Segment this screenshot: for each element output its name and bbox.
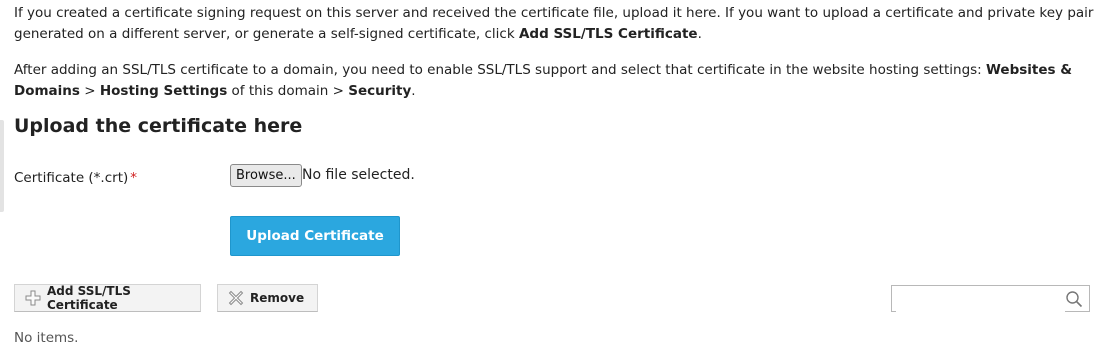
intro-end-1: . — [697, 26, 702, 42]
certificate-field-label: Certificate (*.crt) * — [14, 170, 137, 186]
upload-heading: Upload the certificate here — [14, 115, 303, 137]
intro-paragraph-1: If you created a certificate signing req… — [14, 3, 1098, 45]
file-status-text: No file selected. — [302, 167, 415, 183]
intro-text-2b: of this domain > — [227, 83, 349, 99]
empty-list-text: No items. — [14, 330, 79, 346]
plus-icon — [25, 290, 41, 306]
certificate-label-text: Certificate (*.crt) — [14, 170, 129, 186]
search-input[interactable] — [896, 287, 1065, 312]
browse-button[interactable]: Browse... — [230, 164, 302, 187]
search-box[interactable] — [891, 285, 1090, 312]
remove-label: Remove — [250, 291, 305, 305]
path-separator: > — [79, 83, 100, 99]
required-marker: * — [130, 170, 138, 186]
upload-certificate-button[interactable]: Upload Certificate — [230, 216, 400, 256]
intro-paragraph-2: After adding an SSL/TLS certificate to a… — [14, 60, 1098, 102]
add-ssl-certificate-label: Add SSL/TLS Certificate — [47, 284, 131, 312]
hosting-settings-reference: Hosting Settings — [99, 83, 228, 99]
add-certificate-reference: Add SSL/TLS Certificate — [518, 26, 698, 42]
security-reference: Security — [348, 83, 412, 99]
add-ssl-certificate-button[interactable]: Add SSL/TLS Certificate — [14, 284, 201, 312]
search-icon[interactable] — [1065, 290, 1083, 308]
intro-text-2: After adding an SSL/TLS certificate to a… — [14, 62, 987, 78]
remove-x-icon — [228, 290, 244, 306]
intro-end-2: . — [411, 83, 416, 99]
remove-button[interactable]: Remove — [217, 284, 318, 312]
left-panel-edge — [0, 120, 4, 212]
